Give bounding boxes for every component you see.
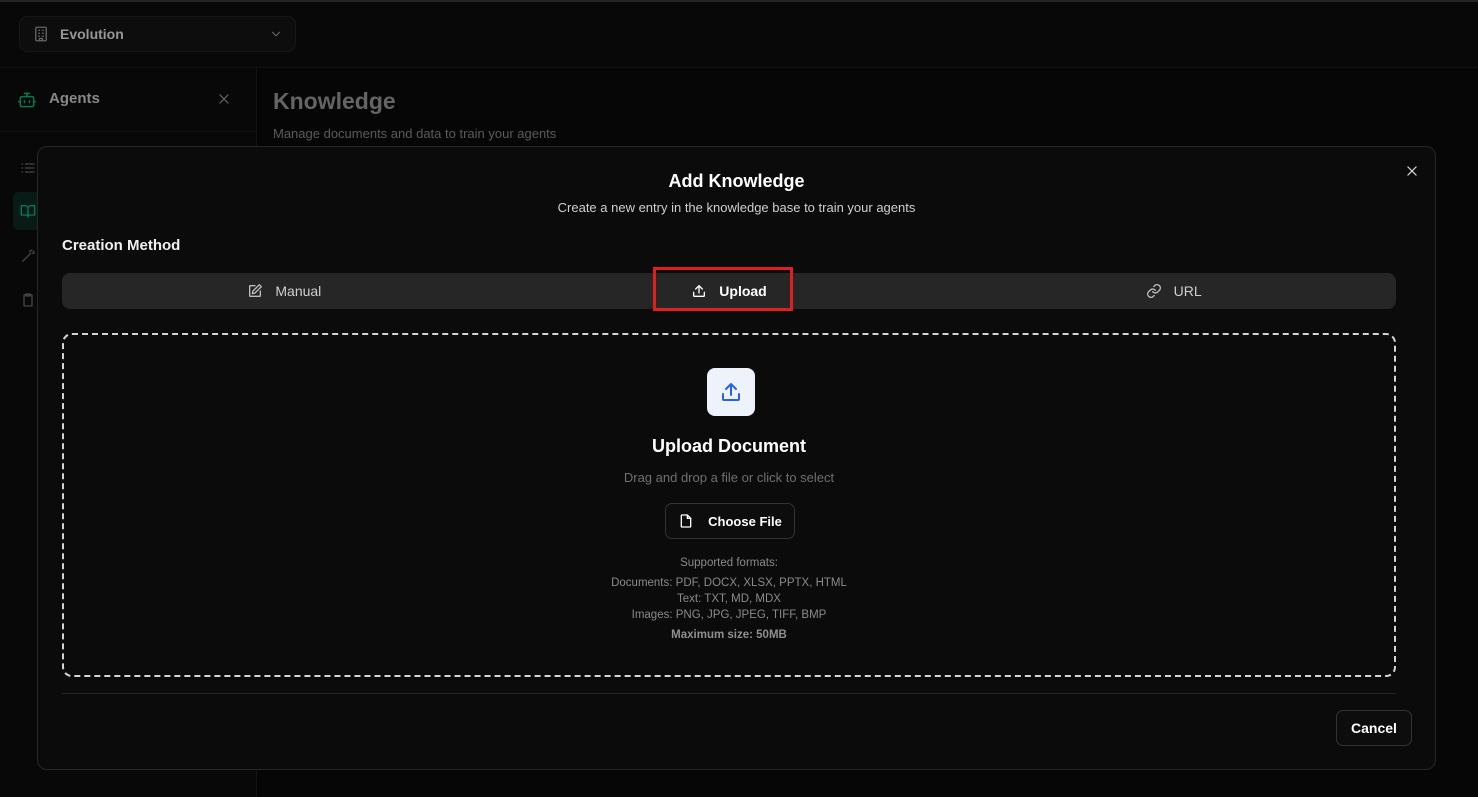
creation-method-label: Creation Method [62, 237, 181, 254]
cancel-button[interactable]: Cancel [1336, 710, 1412, 746]
dialog-title: Add Knowledge [668, 171, 805, 191]
tab-manual[interactable]: Manual [62, 273, 507, 309]
file-icon [680, 514, 692, 528]
formats-text: Text: TXT, MD, MDX [677, 593, 781, 605]
tab-url[interactable]: URL [951, 273, 1396, 309]
edit-icon [249, 284, 263, 297]
choose-file-button[interactable]: Choose File [665, 503, 795, 539]
upload-icon [722, 383, 740, 401]
max-size: Maximum size: 50MB [671, 629, 787, 641]
footer-divider [62, 693, 1396, 694]
tab-upload[interactable]: Upload [507, 267, 952, 311]
dropzone-title: Upload Document [651, 436, 806, 456]
choose-file-label: Choose File [708, 513, 782, 529]
upload-badge [707, 368, 755, 416]
formats-images: Images: PNG, JPG, JPEG, TIFF, BMP [631, 609, 827, 621]
formats-heading: Supported formats: [680, 557, 778, 569]
add-knowledge-dialog: Add Knowledge Create a new entry in the … [37, 146, 1436, 770]
dropzone-subtitle: Drag and drop a file or click to select [623, 470, 835, 485]
highlight-box [653, 267, 793, 311]
upload-dropzone[interactable]: Upload Document Drag and drop a file or … [62, 333, 1396, 677]
dialog-subtitle: Create a new entry in the knowledge base… [557, 200, 916, 215]
link-icon [1146, 284, 1161, 298]
creation-method-tabs: Manual Upload URL [62, 267, 1396, 311]
formats-documents: Documents: PDF, DOCX, XLSX, PPTX, HTML [611, 577, 847, 589]
tab-label: Manual [275, 283, 322, 299]
tab-label: URL [1173, 283, 1202, 299]
